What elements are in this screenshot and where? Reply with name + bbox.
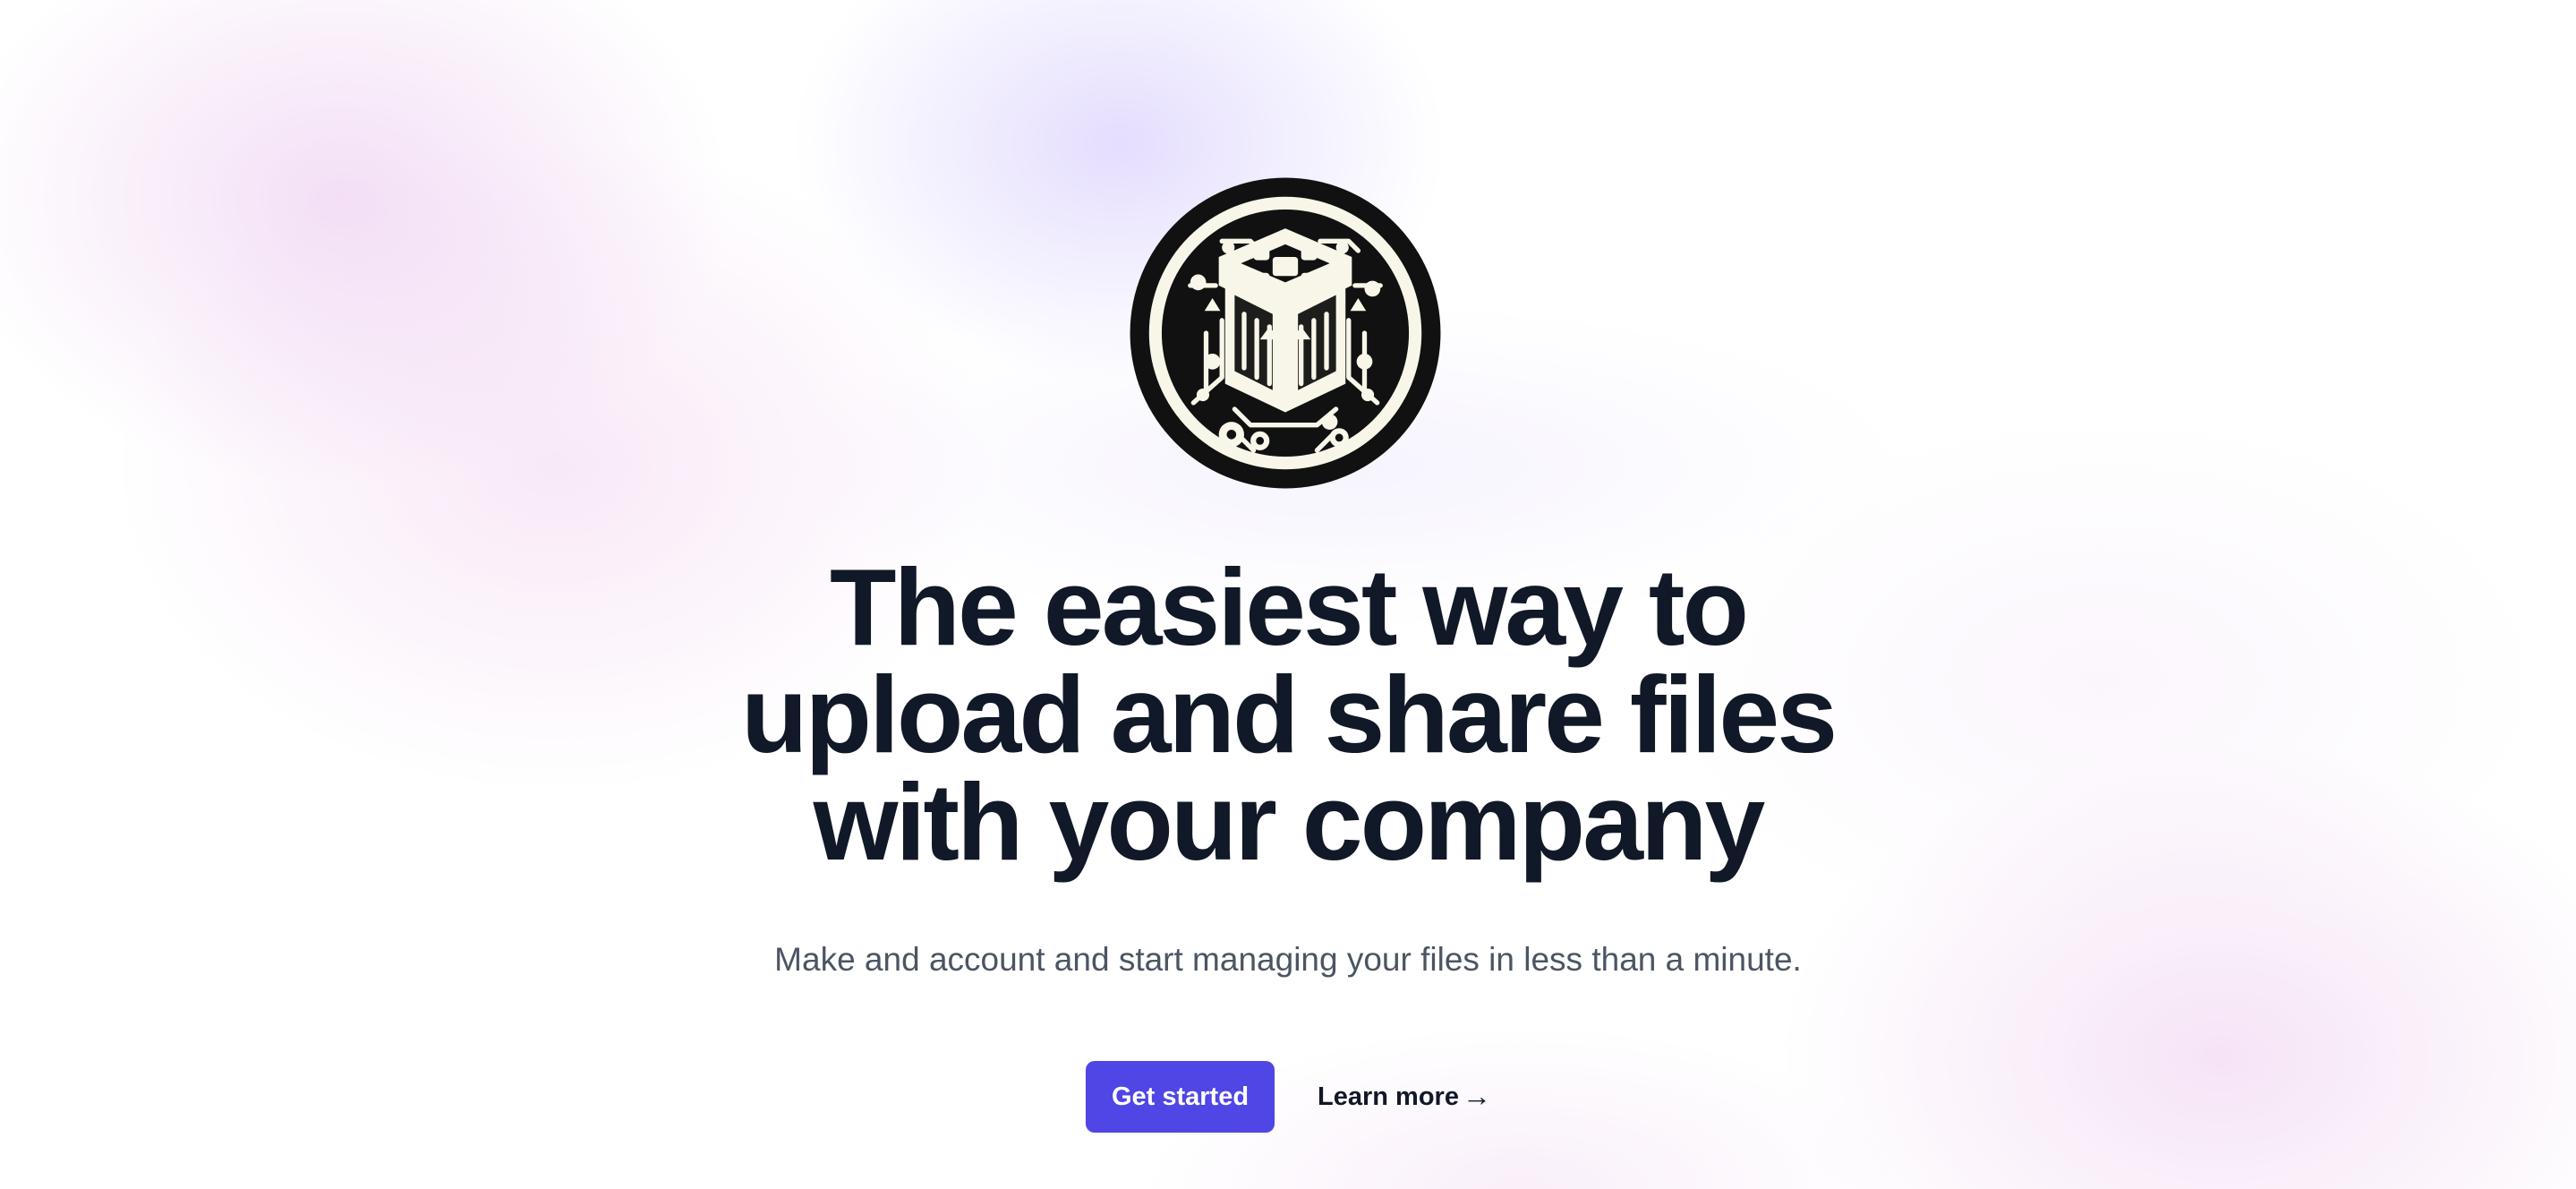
learn-more-link[interactable]: Learn more → [1318,1061,1491,1133]
hero-section: The easiest way to upload and share file… [0,0,2576,1189]
learn-more-label: Learn more [1318,1082,1459,1111]
hero-title-line: upload and share files [740,654,1838,775]
circuit-file-box-logo-icon [1127,175,1444,492]
hero-subtitle: Make and account and start managing your… [774,941,1802,978]
arrow-right-icon: → [1462,1080,1491,1112]
get-started-button[interactable]: Get started [1086,1061,1275,1133]
hero-title: The easiest way to upload and share file… [0,546,2576,883]
hero-title-line: The easiest way to [829,546,1749,668]
hero-actions: Get started Learn more → [1086,1061,1533,1133]
hero-title-line: with your company [813,761,1766,883]
